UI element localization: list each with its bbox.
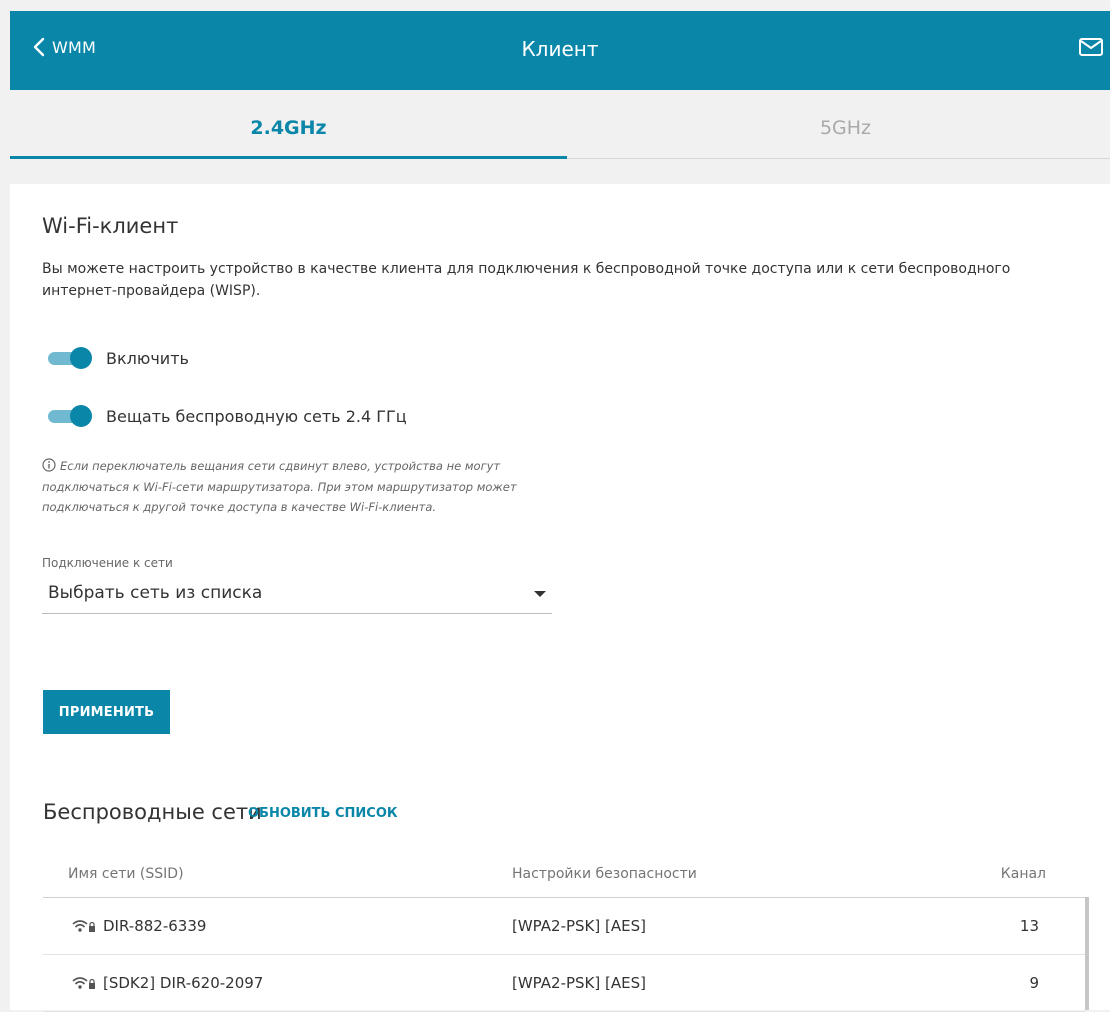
tab-2-4ghz[interactable]: 2.4GHz [10,90,567,159]
section-description: Вы можете настроить устройство в качеств… [42,261,1011,299]
page-title: Клиент [521,37,599,61]
tab-5ghz[interactable]: 5GHz [567,90,1110,158]
enable-toggle-label: Включить [106,348,189,368]
channel-cell: 13 [1019,917,1039,935]
band-tabs: 2.4GHz 5GHz [10,90,1110,159]
column-header-channel: Канал [1000,866,1046,882]
security-cell: [WPA2-PSK] [AES] [512,917,646,935]
settings-card: Wi-Fi-клиент Вы можете настроить устройс… [10,184,1110,1012]
info-icon [42,458,56,472]
dropdown-arrow-icon [534,591,546,597]
enable-toggle[interactable] [48,347,94,369]
security-cell: [WPA2-PSK] [AES] [512,974,646,992]
networks-title: Беспроводные сети [43,800,262,824]
connection-label: Подключение к сети [42,556,173,570]
enable-toggle-row[interactable]: Включить [48,347,189,369]
connection-select-value: Выбрать сеть из списка [48,583,263,603]
ssid-text: [SDK2] DIR-620-2097 [103,974,264,992]
wifi-lock-icon [72,920,95,932]
broadcast-toggle-row[interactable]: Вещать беспроводную сеть 2.4 ГГц [48,405,407,427]
info-note: Если переключатель вещания сети сдвинут … [42,456,582,518]
channel-cell: 9 [1029,974,1039,992]
section-title: Wi-Fi-клиент [42,214,179,238]
app: WMM Клиент 2.4GHz 5GHz Wi-Fi-клиент Вы м… [0,0,1110,1012]
info-note-text: Если переключатель вещания сети сдвинут … [42,459,517,514]
mail-icon[interactable] [1078,36,1104,58]
apply-button[interactable]: ПРИМЕНИТЬ [43,690,170,734]
ssid-cell: [SDK2] DIR-620-2097 [71,974,263,992]
refresh-list-button[interactable]: ОБНОВИТЬ СПИСОК [248,806,398,821]
table-scrollbar[interactable] [1085,897,1089,1010]
column-header-ssid: Имя сети (SSID) [68,866,184,882]
column-header-security: Настройки безопасности [512,866,697,882]
broadcast-toggle[interactable] [48,405,94,427]
broadcast-toggle-label: Вещать беспроводную сеть 2.4 ГГц [106,406,407,426]
top-bar: WMM Клиент [10,11,1110,90]
wifi-lock-icon [72,977,95,989]
ssid-text: DIR-882-6339 [103,917,207,935]
ssid-cell: DIR-882-6339 [71,917,206,935]
connection-select[interactable]: Выбрать сеть из списка [42,576,552,614]
table-row[interactable]: [SDK2] DIR-620-2097 [WPA2-PSK] [AES] 9 [43,955,1085,1012]
toggle-knob [70,347,92,369]
toggle-knob [70,405,92,427]
table-row[interactable]: DIR-882-6339 [WPA2-PSK] [AES] 13 [43,898,1085,955]
